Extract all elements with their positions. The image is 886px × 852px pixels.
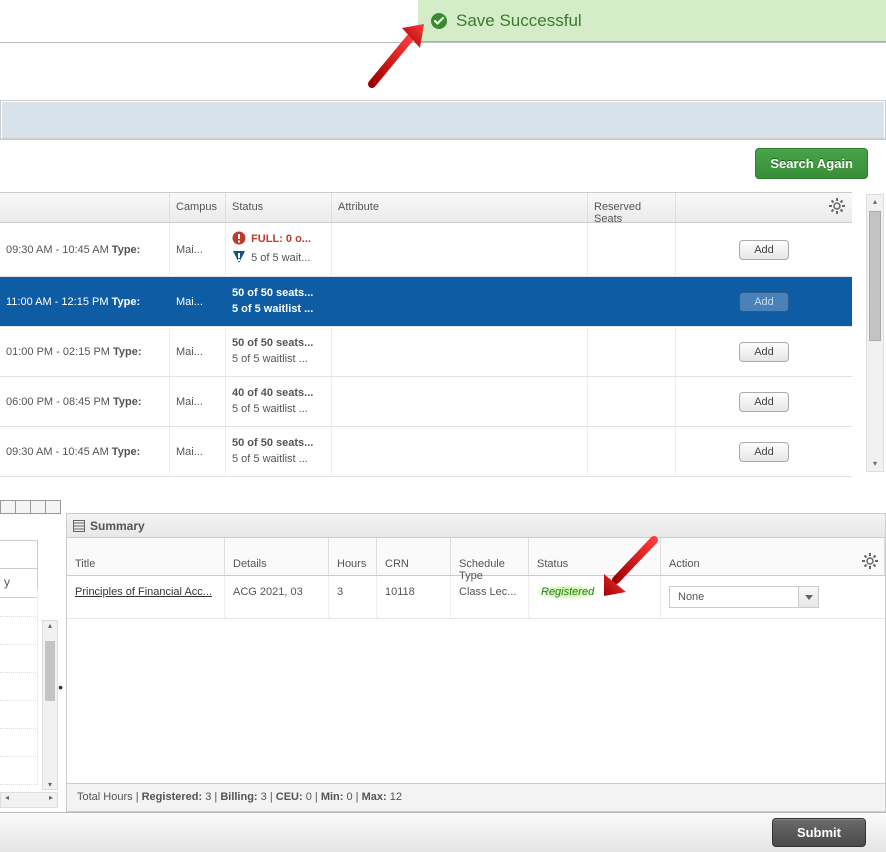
results-table: Campus Status Attribute Reserved Seats 0… <box>0 192 852 477</box>
panel-icon <box>73 520 85 532</box>
summary-columns: Title Details Hours CRN Schedule Type St… <box>67 538 885 576</box>
search-again-button[interactable]: Search Again <box>755 148 868 179</box>
table-row[interactable]: 09:30 AM - 10:45 AM Type: Mai... FULL: 0… <box>0 223 852 277</box>
summary-panel: Summary Title Details Hours CRN Schedule… <box>66 513 886 812</box>
table-row[interactable]: 09:30 AM - 10:45 AM Type: Mai... 50 of 5… <box>0 427 852 477</box>
check-circle-icon <box>430 12 448 30</box>
col-attribute[interactable]: Attribute <box>332 193 588 222</box>
dot-indicator: • <box>58 679 63 695</box>
scroll-thumb[interactable] <box>869 211 881 341</box>
table-row[interactable]: 06:00 PM - 08:45 PM Type: Mai... 40 of 4… <box>0 377 852 427</box>
alert-icon <box>232 231 246 250</box>
add-button[interactable]: Add <box>739 240 789 260</box>
summary-footer: Total Hours | Registered: 3 | Billing: 3… <box>67 783 885 811</box>
col-campus[interactable]: Campus <box>170 193 226 222</box>
annotation-arrow-icon <box>366 20 426 90</box>
add-button[interactable]: Add <box>739 392 789 412</box>
bottom-bar: Submit <box>0 812 886 852</box>
top-divider <box>0 42 886 43</box>
add-button[interactable]: Add <box>739 342 789 362</box>
status-badge: Registered <box>537 585 598 599</box>
add-button[interactable]: Add <box>739 442 789 462</box>
save-notification: Save Successful <box>418 0 886 42</box>
col-reserved[interactable]: Reserved Seats <box>588 193 676 222</box>
shield-down-icon <box>232 250 246 269</box>
header-band <box>0 100 886 140</box>
table-row[interactable]: 11:00 AM - 12:15 PM Type: Mai... 50 of 5… <box>0 277 852 327</box>
annotation-arrow-icon <box>600 534 660 598</box>
add-button[interactable]: Add <box>739 292 789 312</box>
gear-icon[interactable] <box>828 197 846 218</box>
notification-text: Save Successful <box>456 11 582 31</box>
summary-header: Summary <box>67 514 885 538</box>
left-grid: • <box>0 589 38 785</box>
left-mini-hscroll[interactable]: ◂▸ <box>0 792 58 808</box>
gear-icon[interactable] <box>861 552 879 573</box>
table-row[interactable]: 01:00 PM - 02:15 PM Type: Mai... 50 of 5… <box>0 327 852 377</box>
chevron-down-icon[interactable] <box>799 586 819 608</box>
results-table-header: Campus Status Attribute Reserved Seats <box>0 193 852 223</box>
scroll-down-icon[interactable]: ▾ <box>867 457 883 471</box>
col-status[interactable]: Status <box>226 193 332 222</box>
action-select[interactable]: None <box>669 586 877 608</box>
course-title-link[interactable]: Principles of Financial Acc... <box>75 586 212 598</box>
splitter-handles[interactable] <box>0 500 80 514</box>
summary-row[interactable]: Principles of Financial Acc... ACG 2021,… <box>67 576 885 619</box>
left-mini-scrollbar[interactable]: ▴ ▾ <box>42 620 58 790</box>
submit-button[interactable]: Submit <box>772 818 866 847</box>
results-scrollbar[interactable]: ▴ ▾ <box>866 194 884 472</box>
scroll-up-icon[interactable]: ▴ <box>867 195 883 209</box>
